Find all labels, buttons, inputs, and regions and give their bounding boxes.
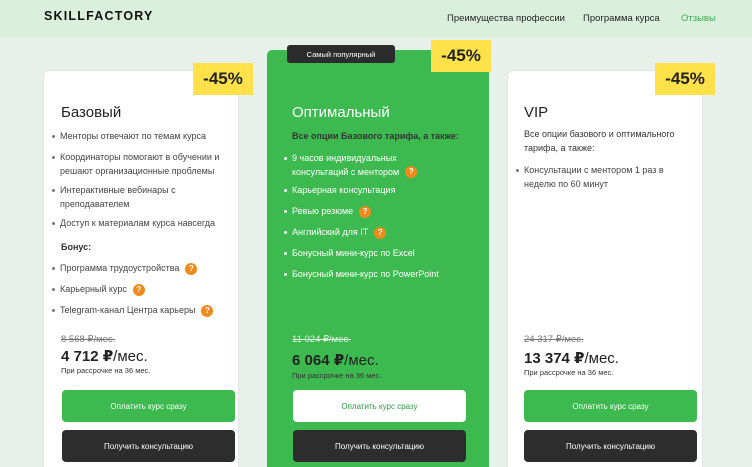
bonus-heading: Бонус: <box>61 242 92 252</box>
feature-item: Английский для IT? <box>284 226 470 240</box>
help-icon[interactable]: ? <box>185 262 198 275</box>
pay-course-button-optimal[interactable]: Оплатить курс сразу <box>293 390 466 422</box>
bullet-icon <box>284 189 287 192</box>
feature-item: 9 часов индивидуальных консультаций с ме… <box>284 152 422 179</box>
discount-badge-optimal: -45% <box>431 40 491 72</box>
get-consultation-button-optimal[interactable]: Получить консультацию <box>293 430 466 462</box>
feature-item: Менторы отвечают по темам курса <box>52 130 238 144</box>
bullet-icon <box>284 210 287 213</box>
plan-title-basic: Базовый <box>61 104 122 121</box>
bonus-item: Telegram-канал Центра карьеры? <box>52 304 238 318</box>
feature-item: Интерактивные вебинары с преподавателем <box>52 184 190 211</box>
nav-link-profession-benefits[interactable]: Преимущества профессии <box>447 13 565 24</box>
help-icon[interactable]: ? <box>374 226 387 239</box>
plan-intro-optimal: Все опции Базового тарифа, а также: <box>292 131 459 141</box>
feature-item: Бонусный мини-курс по PowerPoint <box>284 268 470 282</box>
feature-item: Ревью резюме? <box>284 205 470 219</box>
bullet-icon <box>52 288 55 291</box>
bullet-icon <box>284 231 287 234</box>
installment-note: При рассрочке на 36 мес. <box>61 366 151 375</box>
installment-note: При рассрочке на 36 мес. <box>292 371 382 380</box>
feature-item: Консультации с ментором 1 раз в неделю п… <box>516 164 684 191</box>
feature-item: Бонусный мини-курс по Excel <box>284 247 470 261</box>
installment-note: При рассрочке на 36 мес. <box>524 368 614 377</box>
bullet-icon <box>52 156 55 159</box>
skillfactory-logo[interactable]: SKILLFACTORY <box>44 9 154 23</box>
bullet-icon <box>52 309 55 312</box>
help-icon[interactable]: ? <box>405 166 418 179</box>
bullet-icon <box>284 273 287 276</box>
help-icon[interactable]: ? <box>201 304 214 317</box>
help-icon[interactable]: ? <box>132 283 145 296</box>
bullet-icon <box>52 135 55 138</box>
help-icon[interactable]: ? <box>359 205 372 218</box>
nav-link-reviews[interactable]: Отзывы <box>681 13 716 24</box>
discount-badge-vip: -45% <box>655 63 715 95</box>
get-consultation-button-vip[interactable]: Получить консультацию <box>524 430 697 462</box>
feature-item: Доступ к материалам курса навсегда <box>52 217 238 231</box>
old-price: 8 568 ₽/мес. <box>61 334 116 345</box>
plan-title-vip: VIP <box>524 104 549 121</box>
bullet-icon <box>52 222 55 225</box>
most-popular-badge: Самый популярный <box>287 45 395 63</box>
current-price: 6 064 ₽/мес. <box>292 352 379 369</box>
current-price: 13 374 ₽/мес. <box>524 350 619 367</box>
bullet-icon <box>52 189 55 192</box>
old-price: 24 317 ₽/мес. <box>524 334 584 345</box>
bullet-icon <box>284 252 287 255</box>
bonus-item: Программа трудоустройства? <box>52 262 238 276</box>
pay-course-button-basic[interactable]: Оплатить курс сразу <box>62 390 235 422</box>
feature-item: Карьерная консультация <box>284 184 470 198</box>
old-price: 11 024 ₽/мес. <box>292 334 351 345</box>
feature-item: Координаторы помогают в обучении и решаю… <box>52 151 230 178</box>
bullet-icon <box>516 169 519 172</box>
plan-intro-vip: Все опции базового и оптимального тарифа… <box>524 129 675 153</box>
plan-title-optimal: Оптимальный <box>292 104 390 121</box>
discount-badge-basic: -45% <box>193 63 253 95</box>
bonus-item: Карьерный курс? <box>52 283 238 297</box>
current-price: 4 712 ₽/мес. <box>61 348 148 365</box>
get-consultation-button-basic[interactable]: Получить консультацию <box>62 430 235 462</box>
pay-course-button-vip[interactable]: Оплатить курс сразу <box>524 390 697 422</box>
nav-link-course-program[interactable]: Программа курса <box>583 13 660 24</box>
bullet-icon <box>284 157 287 160</box>
top-navigation-bar: SKILLFACTORY Преимущества профессии Прог… <box>0 0 752 38</box>
bullet-icon <box>52 267 55 270</box>
